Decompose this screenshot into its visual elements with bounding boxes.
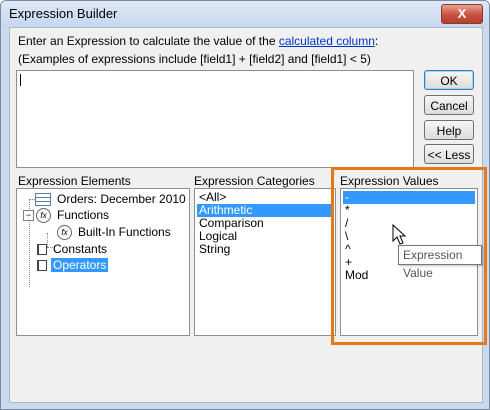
node-icon <box>37 244 47 256</box>
less-button[interactable]: << Less <box>424 144 474 164</box>
close-button[interactable]: X <box>441 4 483 24</box>
expression-builder-window: Expression Builder X Enter an Expression… <box>0 0 490 410</box>
list-item[interactable]: \ <box>343 230 475 243</box>
title-bar[interactable]: Expression Builder X <box>1 1 489 27</box>
tree-item-functions[interactable]: − fx Functions <box>23 207 111 224</box>
calculated-column-link[interactable]: calculated column <box>279 34 375 48</box>
tree-item-constants[interactable]: Constants <box>37 241 109 257</box>
expression-categories-list[interactable]: <All> Arithmetic Comparison Logical Stri… <box>194 188 336 336</box>
instruction-text-end: : <box>374 34 379 48</box>
list-item[interactable]: * <box>343 204 475 217</box>
table-icon <box>35 193 51 207</box>
tree-item-operators[interactable]: Operators <box>37 257 109 273</box>
expression-elements-tree[interactable]: Orders: December 2010 − fx Functions fx Bui… <box>16 188 190 336</box>
function-icon: fx <box>36 208 51 224</box>
text-caret <box>20 74 21 86</box>
help-button[interactable]: Help <box>424 120 474 140</box>
examples-text: (Examples of expressions include [field1… <box>18 52 371 66</box>
tooltip: Expression Value <box>398 245 482 280</box>
close-icon: X <box>457 6 467 21</box>
function-icon: fx <box>57 225 72 241</box>
list-item[interactable]: String <box>197 243 333 256</box>
ok-button[interactable]: OK <box>424 70 474 90</box>
cancel-button[interactable]: Cancel <box>424 95 474 115</box>
list-item[interactable]: - <box>343 191 475 204</box>
instruction-text-start: Enter an Expression to calculate the val… <box>18 34 279 48</box>
expression-categories-label: Expression Categories <box>194 174 315 188</box>
tree-item-label: Operators <box>51 258 109 272</box>
tree-item-label: Constants <box>53 242 108 256</box>
list-item[interactable]: / <box>343 217 475 230</box>
window-title: Expression Builder <box>9 6 118 21</box>
tree-item-label: Built-In Functions <box>78 225 171 239</box>
tree-item-orders[interactable]: Orders: December 2010 <box>35 191 188 207</box>
tree-item-label: Functions <box>57 208 110 222</box>
tree-item-built-in-functions[interactable]: fx Built-In Functions <box>57 224 173 241</box>
node-icon <box>37 260 47 272</box>
expression-values-label: Expression Values <box>340 174 439 188</box>
expression-elements-label: Expression Elements <box>18 174 131 188</box>
tree-item-label: Orders: December 2010 <box>57 192 186 206</box>
expression-input[interactable] <box>16 70 414 168</box>
dialog-body: Enter an Expression to calculate the val… <box>9 27 483 403</box>
instruction-text: Enter an Expression to calculate the val… <box>18 34 378 48</box>
mouse-pointer-icon <box>392 224 407 245</box>
collapse-icon[interactable]: − <box>23 210 34 222</box>
